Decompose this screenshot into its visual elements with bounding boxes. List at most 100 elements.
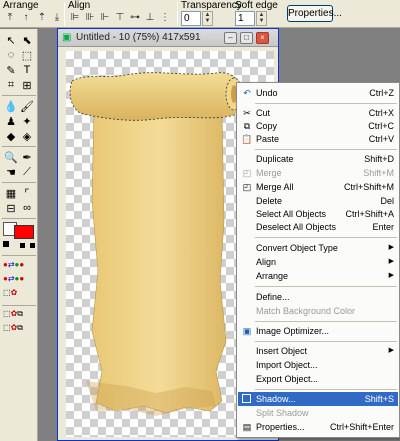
distribute-icon[interactable]: ⋮ bbox=[158, 10, 172, 24]
foreground-color-swatch[interactable] bbox=[14, 225, 34, 239]
tool-divider bbox=[2, 255, 36, 256]
hand-tool-icon[interactable]: ☚ bbox=[4, 165, 18, 179]
menu-item-paste[interactable]: 📋 Paste Ctrl+V bbox=[238, 132, 398, 146]
align-right-icon[interactable]: ⊩ bbox=[98, 10, 112, 24]
menu-item-shadow[interactable]: Shadow... Shift+S bbox=[238, 392, 398, 406]
menu-separator bbox=[255, 149, 397, 150]
view-mode-icons[interactable]: ●⇄●● bbox=[3, 260, 35, 270]
close-icon[interactable]: × bbox=[256, 32, 269, 44]
menu-item-deselect-all[interactable]: Deselect All Objects Enter bbox=[238, 220, 398, 234]
submenu-arrow-icon: ▶ bbox=[388, 272, 394, 279]
menu-item-convert-type[interactable]: Convert Object Type ▶ bbox=[238, 241, 398, 255]
maximize-icon[interactable]: □ bbox=[240, 32, 253, 44]
bring-to-front-icon[interactable]: ⤒ bbox=[3, 10, 17, 24]
black-swatch[interactable] bbox=[30, 243, 35, 248]
text-tool-icon[interactable]: T bbox=[20, 63, 34, 77]
align-middle-icon[interactable]: ⊶ bbox=[128, 10, 142, 24]
grid-icon[interactable]: ▦ bbox=[4, 186, 18, 200]
dropper-tool-icon[interactable]: 💧 bbox=[4, 99, 18, 113]
submenu-arrow-icon: ▶ bbox=[388, 258, 394, 265]
eraser-tool-icon[interactable]: ◆ bbox=[4, 129, 18, 143]
scissors-icon: ✂ bbox=[243, 108, 251, 118]
menu-item-split-shadow: Split Shadow bbox=[256, 408, 309, 418]
align-left-icon[interactable]: ⊫ bbox=[68, 10, 82, 24]
tool-divider bbox=[2, 146, 36, 147]
menu-item-image-optimizer[interactable]: ▣ Image Optimizer... bbox=[238, 324, 398, 338]
tool-divider bbox=[2, 218, 36, 219]
send-to-back-icon[interactable]: ⤓ bbox=[50, 10, 64, 24]
transform-tool-icon[interactable]: ⬉ bbox=[20, 33, 34, 47]
merge-icon: ◰ bbox=[242, 168, 252, 178]
lasso-tool-icon[interactable]: ◌ bbox=[4, 48, 18, 62]
menu-item-insert-object[interactable]: Insert Object ▶ bbox=[238, 344, 398, 358]
view-mode-icons[interactable]: ●⇄●● bbox=[3, 274, 35, 284]
top-toolbar: Arrange ⤒ ↑ ⇡ ⤓ Align ⊫ ⊪ ⊩ ⊤ ⊶ ⊥ ⋮ Tran… bbox=[0, 0, 400, 28]
link-icon[interactable]: ∞ bbox=[20, 201, 34, 215]
properties-icon: ▤ bbox=[242, 422, 252, 432]
menu-item-cut[interactable]: ✂ Cut Ctrl+X bbox=[238, 106, 398, 120]
menu-item-delete[interactable]: Delete Del bbox=[238, 194, 398, 208]
menu-item-match-bg: Match Background Color bbox=[256, 306, 356, 316]
selection-tool-icon[interactable]: ⬚ bbox=[20, 48, 34, 62]
menu-item-select-all[interactable]: Select All Objects Ctrl+Shift+A bbox=[238, 207, 398, 221]
menu-separator bbox=[255, 103, 397, 104]
menu-item-define[interactable]: Define... bbox=[238, 290, 398, 304]
view-mode-icons[interactable]: ⬚✿ bbox=[3, 288, 35, 298]
transparency-spinner[interactable]: ▲ ▼ bbox=[202, 11, 213, 26]
default-colors-icon[interactable] bbox=[3, 241, 9, 247]
menu-item-undo[interactable]: ↶ Undo Ctrl+Z bbox=[238, 86, 398, 100]
soft-edge-spinner[interactable]: ▲ ▼ bbox=[256, 11, 267, 26]
soft-edge-label: Soft edge bbox=[235, 0, 278, 11]
document-title: Untitled - 10 (75%) 417x591 bbox=[76, 32, 201, 43]
bring-forward-icon[interactable]: ↑ bbox=[19, 10, 33, 24]
optimizer-icon: ▣ bbox=[242, 326, 252, 336]
document-titlebar[interactable]: ▣ Untitled - 10 (75%) 417x591 – □ × bbox=[58, 29, 278, 47]
menu-item-copy[interactable]: ⧉ Copy Ctrl+C bbox=[238, 119, 398, 133]
menu-item-merge-all[interactable]: ◰ Merge All Ctrl+Shift+M bbox=[238, 180, 398, 194]
menu-separator bbox=[255, 237, 397, 238]
properties-button[interactable]: Properties... bbox=[287, 5, 342, 22]
menu-item-align[interactable]: Align ▶ bbox=[238, 255, 398, 269]
menu-separator bbox=[255, 321, 397, 322]
frame-icon[interactable]: ⌜ bbox=[20, 186, 34, 200]
clone-tool-icon[interactable]: ♟ bbox=[4, 114, 18, 128]
transparency-label: Transparency bbox=[181, 0, 242, 11]
fill-tool-icon[interactable]: ◈ bbox=[20, 129, 34, 143]
transparency-input[interactable]: 0 bbox=[181, 11, 201, 26]
submenu-arrow-icon: ▶ bbox=[388, 244, 394, 251]
black-swatch[interactable] bbox=[20, 243, 25, 248]
tool-divider bbox=[2, 95, 36, 96]
align-center-icon[interactable]: ⊪ bbox=[83, 10, 97, 24]
tool-divider bbox=[2, 305, 36, 306]
document-icon: ▣ bbox=[62, 32, 72, 43]
zoom-tool-icon[interactable]: 🔍 bbox=[4, 150, 18, 164]
menu-item-import-object[interactable]: Import Object... bbox=[238, 358, 398, 372]
menu-item-export-object[interactable]: Export Object... bbox=[238, 372, 398, 386]
menu-item-merge: ◰ Merge Shift+M bbox=[242, 168, 394, 178]
copy-icon: ⧉ bbox=[243, 121, 251, 131]
send-backward-icon[interactable]: ⇡ bbox=[35, 10, 49, 24]
resize-tool-icon[interactable]: ⊞ bbox=[20, 78, 34, 92]
measure-tool-icon[interactable]: ⟋ bbox=[20, 165, 34, 179]
align-top-icon[interactable]: ⊤ bbox=[113, 10, 127, 24]
crop-tool-icon[interactable]: ⌗ bbox=[4, 78, 18, 92]
align-bottom-icon[interactable]: ⊥ bbox=[143, 10, 157, 24]
menu-separator bbox=[255, 341, 397, 342]
menu-item-arrange[interactable]: Arrange ▶ bbox=[238, 269, 398, 283]
menu-separator bbox=[255, 286, 397, 287]
submenu-arrow-icon: ▶ bbox=[388, 347, 394, 354]
menu-item-duplicate[interactable]: Duplicate Shift+D bbox=[238, 152, 398, 166]
eyedropper-tool-icon[interactable]: ✒ bbox=[20, 150, 34, 164]
tools-palette: ↖ ⬉ ◌ ⬚ ✎ T ⌗ ⊞ 💧 🖌 ♟ ✦ ◆ ◈ 🔍 ✒ ☚ ⟋ ▦ ⌜ … bbox=[0, 29, 38, 441]
screen-mode-icons[interactable]: ⬚✿⧉ bbox=[3, 309, 35, 319]
minimize-icon[interactable]: – bbox=[224, 32, 237, 44]
soft-edge-input[interactable]: 1 bbox=[235, 11, 255, 26]
brush-tool-icon[interactable]: 🖌 bbox=[20, 99, 34, 113]
menu-separator bbox=[255, 389, 397, 390]
pointer-tool-icon[interactable]: ↖ bbox=[4, 33, 18, 47]
menu-item-properties[interactable]: ▤ Properties... Ctrl+Shift+Enter bbox=[238, 420, 398, 434]
retouch-tool-icon[interactable]: ✦ bbox=[20, 114, 34, 128]
paint-tool-icon[interactable]: ✎ bbox=[4, 63, 18, 77]
web-icon[interactable]: ⊟ bbox=[4, 201, 18, 215]
screen-mode-icons[interactable]: ⬚✿⧉ bbox=[3, 323, 35, 333]
